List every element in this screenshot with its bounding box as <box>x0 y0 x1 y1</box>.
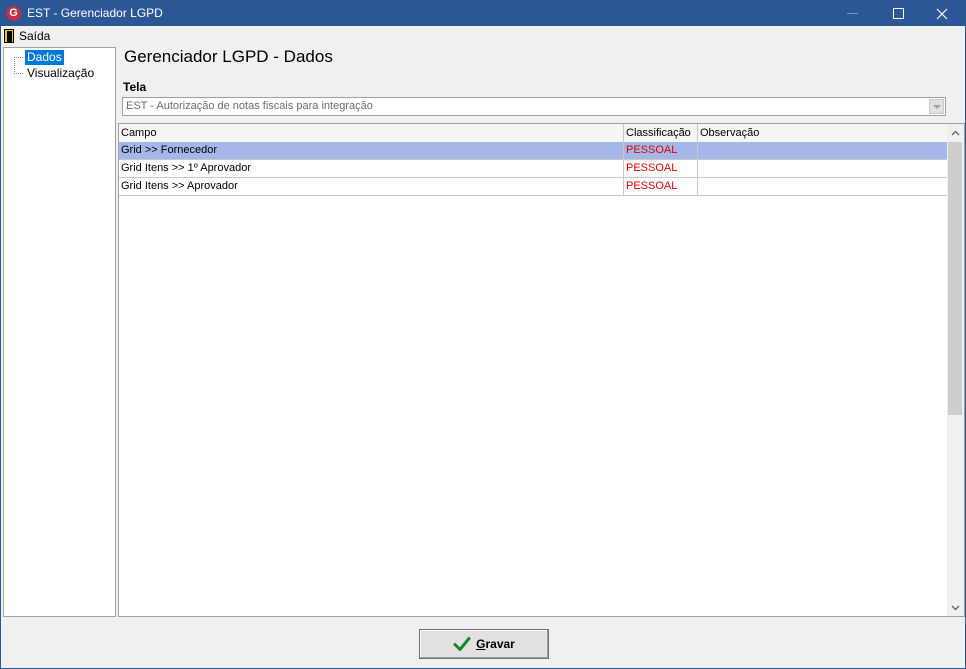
menu-saida-label: Saída <box>19 29 51 43</box>
scroll-down-icon[interactable] <box>947 599 964 616</box>
menu-saida[interactable]: Saída <box>4 27 50 45</box>
gravar-button[interactable]: Gravar <box>419 629 549 659</box>
minimize-icon <box>846 13 858 14</box>
cell-classificacao[interactable]: PESSOAL <box>624 178 698 195</box>
chevron-down-icon <box>933 105 941 109</box>
navigation-tree: Dados Visualização <box>3 47 116 617</box>
checkmark-icon <box>453 637 471 651</box>
gravar-button-label: Gravar <box>476 637 515 651</box>
grid-vertical-scrollbar[interactable] <box>947 124 964 616</box>
fields-grid: Campo Classificação Observação Grid >> F… <box>118 123 965 617</box>
tree-item-dados[interactable]: Dados <box>25 50 64 65</box>
close-icon <box>936 8 948 19</box>
table-row[interactable]: Grid >> Fornecedor PESSOAL <box>119 142 948 160</box>
scrollbar-thumb[interactable] <box>948 142 962 415</box>
app-window: G EST - Gerenciador LGPD Saída Dados Vis… <box>0 0 966 669</box>
cell-observacao[interactable] <box>698 178 948 195</box>
maximize-button[interactable] <box>875 1 921 26</box>
scroll-up-icon[interactable] <box>947 124 964 141</box>
maximize-icon <box>892 8 904 19</box>
cell-classificacao[interactable]: PESSOAL <box>624 160 698 177</box>
column-header-observacao[interactable]: Observação <box>698 124 948 142</box>
cell-campo[interactable]: Grid Itens >> 1º Aprovador <box>119 160 624 177</box>
cell-campo[interactable]: Grid Itens >> Aprovador <box>119 178 624 195</box>
table-row[interactable]: Grid Itens >> Aprovador PESSOAL <box>119 178 948 196</box>
column-header-campo[interactable]: Campo <box>119 124 624 142</box>
tela-label: Tela <box>123 80 147 94</box>
tela-select[interactable]: EST - Autorização de notas fiscais para … <box>122 97 946 116</box>
grid-header: Campo Classificação Observação <box>119 124 948 143</box>
door-exit-icon <box>4 29 14 43</box>
table-row[interactable]: Grid Itens >> 1º Aprovador PESSOAL <box>119 160 948 178</box>
tree-connector <box>14 73 23 74</box>
tree-connector <box>14 57 15 74</box>
cell-observacao[interactable] <box>698 142 948 159</box>
cell-campo[interactable]: Grid >> Fornecedor <box>119 142 624 159</box>
window-title: EST - Gerenciador LGPD <box>27 6 163 20</box>
gravar-label-rest: ravar <box>485 637 515 651</box>
tree-connector <box>14 57 23 58</box>
cell-classificacao[interactable]: PESSOAL <box>624 142 698 159</box>
menu-bar: Saída <box>1 26 965 46</box>
column-header-classificacao[interactable]: Classificação <box>624 124 698 142</box>
app-logo-icon: G <box>6 6 21 21</box>
tela-select-value: EST - Autorização de notas fiscais para … <box>126 100 373 112</box>
title-bar[interactable]: G EST - Gerenciador LGPD <box>1 1 965 26</box>
page-title: Gerenciador LGPD - Dados <box>124 47 333 66</box>
minimize-button[interactable] <box>829 1 875 26</box>
tela-select-dropdown-button[interactable] <box>929 99 944 114</box>
cell-observacao[interactable] <box>698 160 948 177</box>
close-button[interactable] <box>919 1 965 26</box>
tree-item-visualizacao[interactable]: Visualização <box>25 66 96 81</box>
